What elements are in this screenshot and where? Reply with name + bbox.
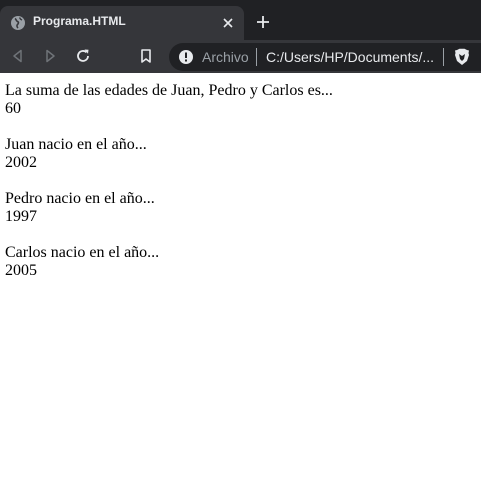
divider — [256, 48, 257, 66]
sum-label: La suma de las edades de Juan, Pedro y C… — [5, 82, 333, 99]
back-icon[interactable] — [10, 48, 26, 64]
page-content: La suma de las edades de Juan, Pedro y C… — [5, 82, 475, 280]
pedro-year: 1997 — [5, 208, 37, 225]
tab-title: Programa.HTML — [33, 14, 126, 28]
juan-year: 2002 — [5, 154, 37, 171]
new-tab-icon[interactable] — [256, 15, 270, 29]
reload-icon[interactable] — [75, 48, 91, 64]
address-bar[interactable]: Archivo C:/Users/HP/Documents/... — [169, 43, 481, 71]
pedro-label: Pedro nacio en el año... — [5, 190, 155, 207]
tab-strip: Programa.HTML — [0, 0, 481, 40]
juan-label: Juan nacio en el año... — [5, 136, 147, 153]
browser-toolbar: Archivo C:/Users/HP/Documents/... — [0, 40, 481, 73]
forward-icon[interactable] — [42, 48, 58, 64]
bookmark-icon[interactable] — [138, 48, 154, 64]
brave-shield-icon[interactable] — [454, 48, 470, 66]
scheme-label: Archivo — [202, 49, 249, 65]
carlos-label: Carlos nacio en el año... — [5, 244, 160, 261]
carlos-year: 2005 — [5, 262, 37, 279]
divider — [443, 48, 444, 66]
sum-value: 60 — [5, 100, 21, 117]
close-icon[interactable] — [222, 17, 234, 29]
globe-icon — [11, 16, 25, 30]
info-icon[interactable] — [178, 49, 194, 65]
tab-programa[interactable]: Programa.HTML — [0, 6, 244, 40]
url-text[interactable]: C:/Users/HP/Documents/... — [266, 49, 434, 65]
